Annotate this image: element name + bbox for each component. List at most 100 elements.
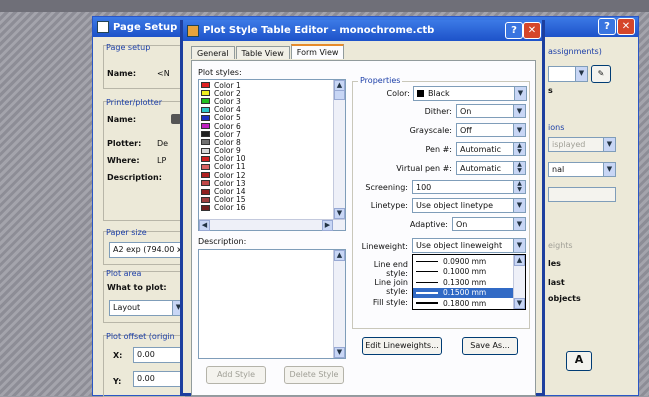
virtual-pen-value: Automatic (460, 164, 502, 173)
lineweights-label: eights (548, 241, 573, 250)
chevron-down-icon[interactable]: ▼ (513, 218, 525, 230)
paper-size-group-label: Paper size (106, 228, 147, 237)
editor-close-icon[interactable]: ✕ (523, 22, 541, 39)
spinner-arrows-icon[interactable]: ▲ ▼ (513, 181, 525, 193)
linetype-select[interactable]: Use object linetype ▼ (412, 198, 526, 213)
lineweight-label: Lineweight: (361, 242, 408, 251)
lineweight-option[interactable]: 0.1800 mm (413, 298, 525, 309)
lineweight-option[interactable]: 0.0900 mm (413, 256, 525, 267)
adaptive-select[interactable]: On ▼ (452, 217, 526, 231)
what-to-plot-select[interactable]: Layout ▼ (109, 300, 185, 316)
properties-label: Properties (358, 76, 403, 85)
editor-help-icon[interactable]: ? (505, 22, 523, 39)
paper-size-select[interactable]: A2 exp (794.00 x (109, 242, 185, 258)
color-select[interactable]: Black ▼ (413, 86, 527, 101)
plot-area-group-label: Plot area (106, 269, 142, 278)
edit-pen-icon: ✎ (597, 69, 605, 78)
description-vscrollbar[interactable]: ▲ ▼ (333, 250, 345, 358)
editor-app-icon (187, 24, 199, 37)
save-as-button[interactable]: Save As... (462, 337, 518, 355)
lineweight-option[interactable]: 0.1500 mm (413, 287, 525, 298)
hide-objects-label: objects (548, 294, 581, 303)
chevron-down-icon[interactable]: ▼ (575, 67, 587, 81)
chevron-down-icon[interactable]: ▼ (513, 105, 525, 117)
lineweight-value: 0.1500 mm (443, 288, 487, 298)
screening-spinner[interactable]: 100 ▲ ▼ (412, 180, 526, 194)
chevron-down-icon[interactable]: ▼ (514, 87, 526, 100)
lineweight-list-scrollbar[interactable]: ▲ ▼ (513, 255, 525, 309)
lineweight-option[interactable]: 0.1300 mm (413, 277, 525, 288)
paper-size-value: A2 exp (794.00 x (113, 245, 182, 254)
editor-titlebar[interactable]: Plot Style Table Editor - monochrome.ctb (183, 20, 542, 41)
scroll-thumb[interactable] (334, 90, 345, 100)
color-swatch (201, 98, 210, 105)
edit-plot-style-button[interactable]: ✎ (591, 65, 611, 83)
dither-select[interactable]: On ▼ (456, 104, 526, 118)
where-label: Where: (107, 156, 140, 165)
tab-general[interactable]: General (191, 46, 235, 59)
plot-styles-hscrollbar[interactable]: ◀ ▶ (199, 219, 345, 231)
scroll-down-icon[interactable]: ▼ (334, 347, 345, 358)
x-offset-value: 0.00 (137, 350, 155, 359)
quality-select[interactable]: nal ▼ (548, 162, 616, 177)
scroll-left-icon[interactable]: ◀ (199, 220, 210, 231)
description-textarea[interactable]: ▲ ▼ (198, 249, 346, 359)
plot-style-table-select[interactable]: ▼ (548, 66, 588, 82)
plot-style-table-editor: Plot Style Table Editor - monochrome.ctb… (180, 20, 545, 396)
lineweight-value: Use object lineweight (416, 241, 503, 250)
plot-style-item[interactable]: Color 16 (199, 203, 345, 212)
lineweight-option[interactable]: 0.1000 mm (413, 267, 525, 278)
lineweight-select[interactable]: Use object lineweight ▼ (412, 238, 526, 253)
pen-number-label: Pen #: (425, 145, 452, 154)
shade-plot-select[interactable]: isplayed ▼ (548, 137, 616, 152)
grayscale-label: Grayscale: (409, 126, 452, 135)
chevron-down-icon[interactable]: ▼ (513, 124, 525, 136)
color-swatch (201, 163, 210, 170)
lineweight-sample-line (416, 291, 438, 294)
y-offset-value: 0.00 (137, 374, 155, 383)
color-swatch (201, 82, 210, 89)
chevron-down-icon[interactable]: ▼ (513, 239, 525, 252)
spinner-arrows-icon[interactable]: ▲ ▼ (513, 162, 525, 174)
scroll-down-icon[interactable]: ▼ (334, 208, 345, 219)
tab-table-view[interactable]: Table View (235, 46, 290, 59)
grayscale-select[interactable]: Off ▼ (456, 123, 526, 137)
color-swatch (201, 196, 210, 203)
edit-lineweights-button[interactable]: Edit Lineweights... (362, 337, 442, 355)
adaptive-label: Adaptive: (409, 220, 448, 229)
scroll-down-icon[interactable]: ▼ (514, 298, 525, 309)
chevron-down-icon[interactable]: ▼ (513, 199, 525, 212)
scroll-right-icon[interactable]: ▶ (322, 220, 333, 231)
paperspace-last-label: last (548, 278, 565, 287)
virtual-pen-spinner[interactable]: Automatic ▲ ▼ (456, 161, 526, 175)
fill-style-label: Fill style: (372, 298, 408, 307)
tab-form-view[interactable]: Form View (290, 44, 345, 59)
close-icon[interactable]: ✕ (617, 18, 635, 35)
what-to-plot-label: What to plot: (107, 283, 167, 292)
pen-number-spinner[interactable]: Automatic ▲ ▼ (456, 142, 526, 156)
y-offset-input[interactable]: 0.00 (133, 371, 185, 387)
taskbar-strip (0, 0, 649, 12)
color-label: Color: (386, 89, 410, 98)
chevron-down-icon[interactable]: ▼ (603, 163, 615, 176)
add-style-button[interactable]: Add Style (206, 366, 266, 384)
assignments-label: assignments) (548, 47, 602, 56)
lineweight-dropdown-list[interactable]: 0.0900 mm 0.1000 mm 0.1300 mm 0.1500 mm 0.18… (412, 254, 526, 310)
dpi-input[interactable] (548, 187, 616, 202)
scroll-up-icon[interactable]: ▲ (334, 250, 345, 261)
description-label: Description: (107, 173, 162, 182)
grayscale-value: Off (460, 126, 472, 135)
printer-name-label: Name: (107, 115, 137, 124)
chevron-down-icon[interactable]: ▼ (603, 138, 615, 151)
color-swatch (201, 114, 210, 121)
scroll-up-icon[interactable]: ▲ (514, 255, 525, 266)
plot-styles-vscrollbar[interactable]: ▲ ▼ (333, 80, 345, 219)
delete-style-button[interactable]: Delete Style (284, 366, 344, 384)
x-offset-label: X: (113, 351, 123, 360)
linetype-value: Use object linetype (416, 201, 493, 210)
plot-styles-list[interactable]: Color 1 Color 2 Color 3 Color 4 Color 5 Color… (198, 79, 346, 231)
spinner-arrows-icon[interactable]: ▲ ▼ (513, 143, 525, 155)
help-icon[interactable]: ? (598, 18, 616, 35)
x-offset-input[interactable]: 0.00 (133, 347, 185, 363)
form-view-page: Plot styles: Color 1 Color 2 Color 3 Color … (191, 60, 536, 396)
